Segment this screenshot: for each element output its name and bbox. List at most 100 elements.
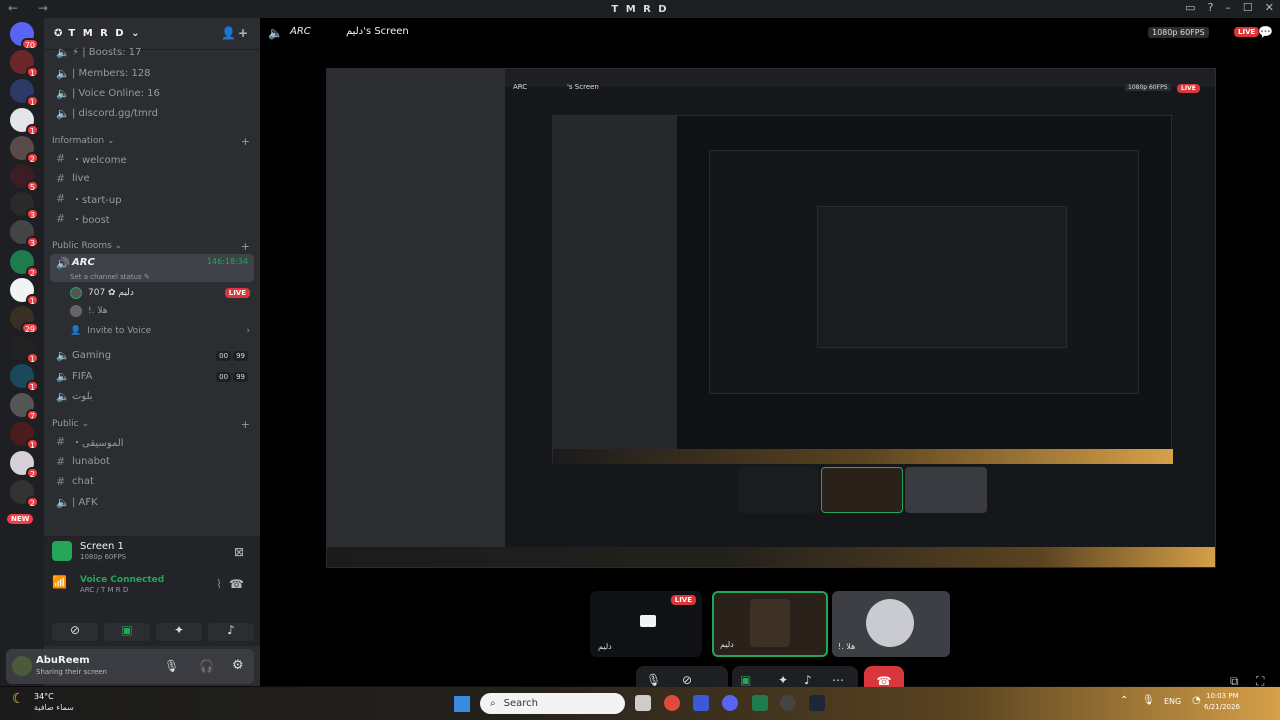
speaker-icon: 🔈 xyxy=(56,66,70,80)
microphone-icon[interactable]: 🎙 xyxy=(164,659,179,673)
microphone-tray-icon[interactable]: 🎙 xyxy=(1142,695,1155,706)
noise-suppression-icon[interactable]: ⌇ xyxy=(216,577,222,591)
microphone-icon[interactable]: 🎙 xyxy=(646,673,661,687)
guild-icon: ✪ xyxy=(54,28,65,39)
channel-lunabot[interactable]: # lunabot xyxy=(50,451,254,471)
disconnect-icon[interactable]: ☎ xyxy=(229,577,244,591)
channel-music[interactable]: # ・الموسيقى xyxy=(50,431,254,451)
app-icon[interactable] xyxy=(693,695,709,711)
voice-channel-fifa[interactable]: 🔈 FIFA 00 99 xyxy=(50,366,254,386)
weather-desc[interactable]: سماء صافية xyxy=(34,703,74,712)
server-icon[interactable]: 2 xyxy=(10,250,39,278)
server-icon[interactable]: 1 xyxy=(10,336,39,364)
home-discord-icon[interactable]: 70 xyxy=(10,22,39,50)
server-icon[interactable]: 2 xyxy=(10,136,39,164)
live-badge: LIVE xyxy=(1234,27,1260,37)
channel-welcome[interactable]: # ・welcome xyxy=(50,148,254,168)
chat-bubble-icon[interactable]: 💬 xyxy=(1258,25,1273,39)
taskbar-search[interactable]: ⌕ Search xyxy=(480,693,625,714)
input-language[interactable]: ENG xyxy=(1164,697,1181,706)
voice-member[interactable]: !. هلا xyxy=(70,303,107,319)
tray-chevron-icon[interactable]: ⌃ xyxy=(1120,695,1128,706)
participant-tile[interactable]: !. هلا xyxy=(832,591,950,657)
stat-channel[interactable]: 🔈 | discord.gg/tmrd xyxy=(50,103,254,123)
xbox-icon[interactable] xyxy=(752,695,768,711)
server-icon[interactable]: 1 xyxy=(10,50,39,78)
share-screen-button[interactable]: ▣ xyxy=(104,623,150,641)
server-icon[interactable]: 3 xyxy=(10,220,39,248)
voice-location[interactable]: ARC / T M R D xyxy=(80,586,128,594)
avatar[interactable] xyxy=(12,656,32,676)
help-icon[interactable]: ? xyxy=(1208,1,1214,14)
voice-member[interactable]: دليم ✿ 707 LIVE xyxy=(70,285,250,301)
weather-moon-icon[interactable]: ☾ xyxy=(12,691,25,707)
stream-stage: 🔈 ARC دليم's Screen 1080p 60FPS LIVE 💬 A… xyxy=(260,18,1280,696)
voice-channel-batoot[interactable]: 🔈 بلوت xyxy=(50,386,254,406)
maximize-button[interactable]: ☐ xyxy=(1243,1,1253,14)
server-icon[interactable]: 1 xyxy=(10,422,39,450)
channel-boost[interactable]: # ・boost xyxy=(50,208,254,228)
category-public-rooms[interactable]: Public Rooms ⌄ + xyxy=(52,238,254,254)
speaker-icon: 🔈 xyxy=(56,389,70,403)
activities-button[interactable]: ✦ xyxy=(156,623,202,641)
voice-channel-gaming[interactable]: 🔈 Gaming 00 99 xyxy=(50,345,254,365)
discord-icon[interactable] xyxy=(722,695,738,711)
inbox-icon[interactable]: ▭ xyxy=(1185,1,1195,14)
server-icon[interactable]: 7 xyxy=(10,393,39,421)
server-icon[interactable]: 29 xyxy=(10,306,39,334)
category-public[interactable]: Public ⌄ + xyxy=(52,416,254,432)
share-screen-icon[interactable]: ▣ xyxy=(740,673,751,687)
server-icon[interactable]: 3 xyxy=(10,192,39,220)
category-information[interactable]: Information ⌄ + xyxy=(52,133,254,149)
channel-chat[interactable]: # chat xyxy=(50,471,254,491)
server-icon[interactable]: 1 xyxy=(10,108,39,136)
server-icon[interactable]: 1 xyxy=(10,278,39,306)
server-icon[interactable]: 1 xyxy=(10,79,39,107)
camera-off-icon[interactable]: ⊘ xyxy=(682,673,692,687)
mirrored-viewer: 's Screen xyxy=(567,83,599,91)
channel-live[interactable]: # live xyxy=(50,168,254,188)
weather-temp[interactable]: 34°C xyxy=(34,692,54,701)
stop-stream-icon[interactable]: ⊠ xyxy=(234,545,244,559)
close-button[interactable]: ✕ xyxy=(1265,1,1274,14)
network-icon[interactable]: ◔ xyxy=(1192,695,1201,706)
channel-status-hint[interactable]: Set a channel status ✎ xyxy=(70,269,150,285)
task-view-icon[interactable] xyxy=(635,695,651,711)
soundboard-button[interactable]: ♪ xyxy=(208,623,254,641)
stage-viewer: دليم's Screen xyxy=(346,26,409,37)
signal-icon[interactable]: 📶 xyxy=(52,575,67,589)
screen-share-view[interactable]: ARC 's Screen 1080p 60FPS LIVE xyxy=(326,68,1216,568)
username[interactable]: AbuReem xyxy=(36,655,90,666)
more-icon[interactable]: ⋯ xyxy=(832,673,844,687)
stat-channel[interactable]: 🔈 | Voice Online: 16 xyxy=(50,83,254,103)
headphones-icon[interactable]: 🎧 xyxy=(199,659,214,673)
server-icon[interactable]: 5 xyxy=(10,164,39,192)
speaker-icon: 🔈 xyxy=(56,45,70,59)
server-icon[interactable]: 2 xyxy=(10,480,39,508)
stat-channel[interactable]: 🔈 ⚡ | Boosts: 17 xyxy=(50,42,254,62)
stat-channel[interactable]: 🔈 | Members: 128 xyxy=(50,63,254,83)
soundboard-icon[interactable]: ♪ xyxy=(804,673,812,687)
start-windows-icon[interactable] xyxy=(454,696,470,712)
server-icon[interactable]: 1 xyxy=(10,364,39,392)
steam-icon[interactable] xyxy=(809,695,825,711)
voice-connected[interactable]: Voice Connected xyxy=(80,575,164,585)
app-icon[interactable] xyxy=(780,695,796,711)
clock-date[interactable]: 6/21/2026 xyxy=(1204,703,1240,711)
clock-time[interactable]: 10:03 PM xyxy=(1206,692,1239,700)
minimize-button[interactable]: – xyxy=(1225,1,1231,14)
stage-channel[interactable]: ARC xyxy=(290,26,311,37)
chrome-icon[interactable] xyxy=(664,695,680,711)
server-icon[interactable]: 2 xyxy=(10,451,39,479)
camera-off-button[interactable]: ⊘ xyxy=(52,623,98,641)
settings-gear-icon[interactable]: ⚙ xyxy=(232,658,244,673)
invite-people-icon[interactable]: 👤+ xyxy=(221,26,250,40)
participant-tile[interactable]: LIVE دليم xyxy=(590,591,702,657)
invite-to-voice[interactable]: 👤 Invite to Voice › xyxy=(70,323,250,339)
user-status: Sharing their screen xyxy=(36,668,107,676)
speaker-icon: 🔈 xyxy=(56,86,70,100)
participant-tile[interactable]: دليم xyxy=(712,591,828,657)
voice-channel-afk[interactable]: 🔈 | AFK xyxy=(50,492,254,512)
activities-icon[interactable]: ✦ xyxy=(778,673,788,687)
channel-start-up[interactable]: # ・start-up xyxy=(50,188,254,208)
